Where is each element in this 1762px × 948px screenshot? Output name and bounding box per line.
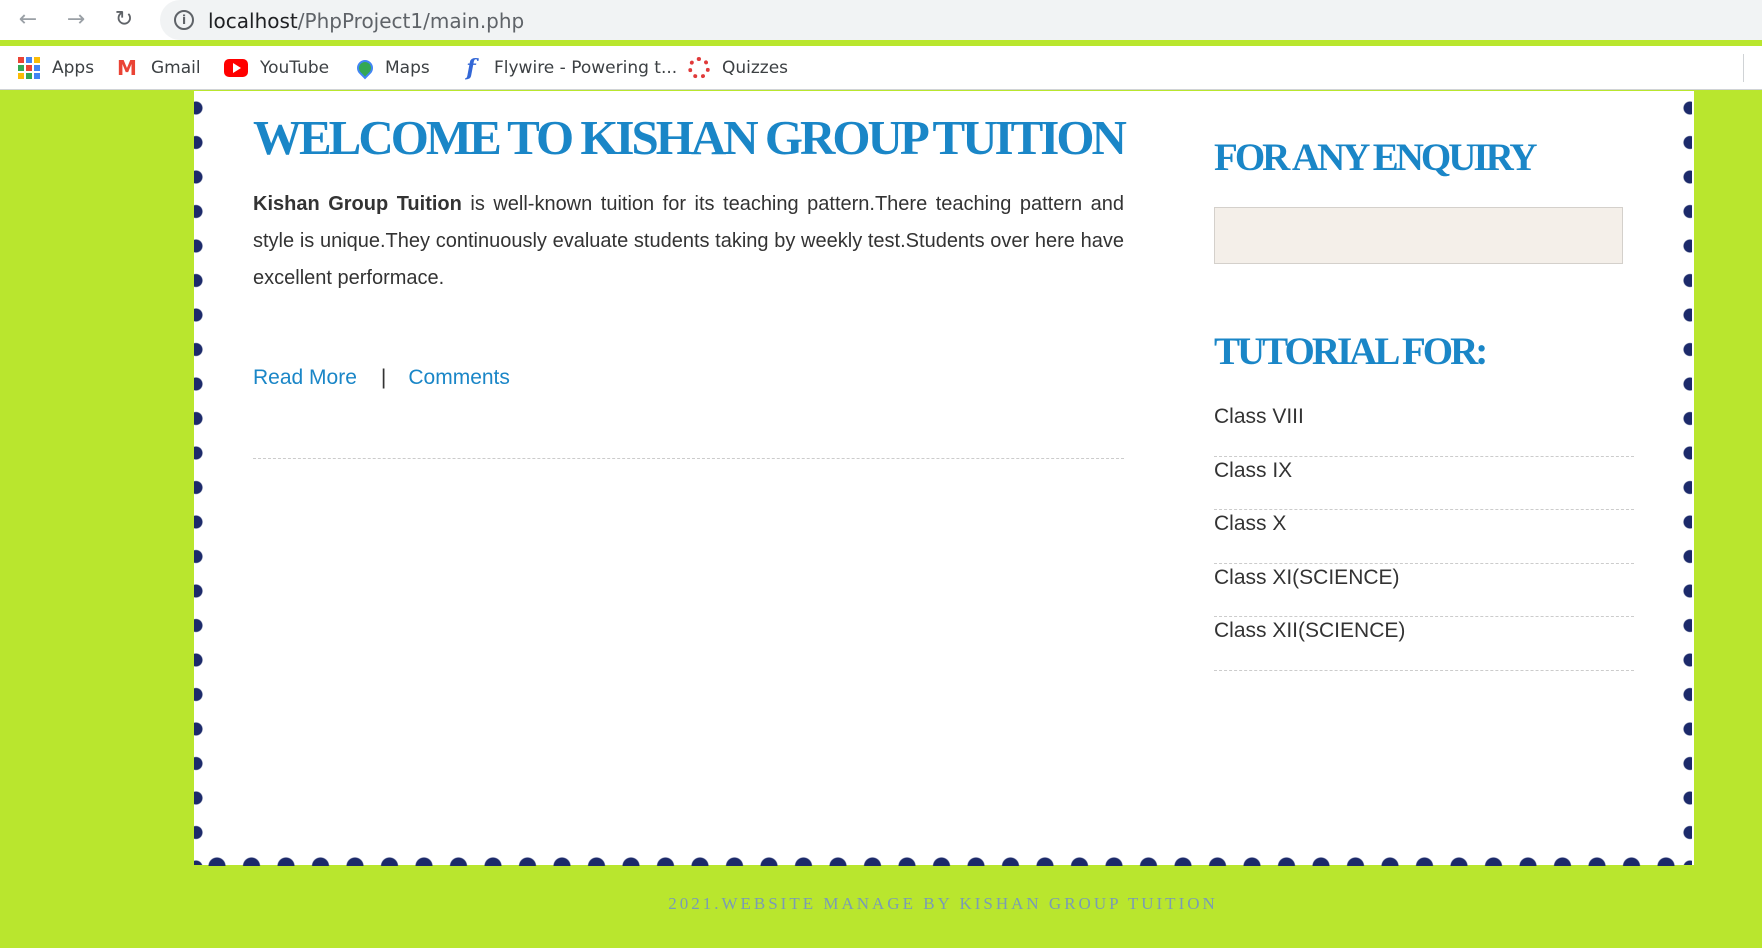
- link-separator: |: [380, 366, 387, 389]
- forward-arrow-icon[interactable]: →: [62, 6, 90, 34]
- tutorial-class-list: Class VIII Class IX Class X Class XI(SCI…: [1214, 403, 1634, 671]
- url-path: /PhpProject1/main.php: [297, 9, 525, 33]
- intro-bold-name: Kishan Group Tuition: [253, 193, 462, 215]
- bookmark-gmail[interactable]: M Gmail: [117, 56, 201, 80]
- read-more-link[interactable]: Read More: [253, 366, 357, 389]
- dotted-border-right: [1680, 91, 1692, 865]
- dotted-border-bottom: [200, 854, 1680, 866]
- flywire-icon: f: [466, 55, 476, 81]
- youtube-icon: [224, 59, 248, 77]
- apps-grid-icon: [18, 57, 40, 79]
- bookmark-label: Apps: [52, 58, 95, 78]
- bookmark-youtube[interactable]: YouTube: [224, 56, 329, 80]
- dotted-border-left: [194, 91, 206, 865]
- url-host: localhost: [208, 9, 298, 33]
- page-background: WELCOME TO KISHAN GROUP TUITION Kishan G…: [0, 91, 1762, 948]
- site-info-icon[interactable]: i: [174, 10, 194, 30]
- comments-link[interactable]: Comments: [408, 366, 510, 389]
- bookmark-label: Gmail: [151, 58, 201, 78]
- bookmark-label: Flywire - Powering t...: [494, 58, 678, 78]
- bookmark-label: Quizzes: [722, 58, 789, 78]
- url-text[interactable]: localhost/PhpProject1/main.php: [208, 9, 524, 33]
- bookmark-label: Maps: [385, 58, 430, 78]
- footer-text: 2021.WEBSITE MANAGE BY KISHAN GROUP TUIT…: [668, 894, 1218, 913]
- bookmarks-divider: [1743, 54, 1744, 82]
- bookmark-label: YouTube: [260, 58, 330, 78]
- reload-icon[interactable]: ↻: [110, 6, 138, 34]
- bookmark-maps[interactable]: Maps: [353, 56, 430, 80]
- tutorial-title: TUTORIAL FOR:: [1214, 330, 1488, 373]
- quizzes-icon: [688, 57, 710, 79]
- welcome-title: WELCOME TO KISHAN GROUP TUITION: [253, 110, 1127, 165]
- bookmark-apps[interactable]: Apps: [18, 56, 94, 80]
- back-arrow-icon[interactable]: ←: [14, 6, 42, 34]
- class-list-item[interactable]: Class VIII: [1214, 403, 1634, 457]
- class-list-item[interactable]: Class X: [1214, 510, 1634, 564]
- class-list-item[interactable]: Class XI(SCIENCE): [1214, 564, 1634, 617]
- post-links: Read More | Comments: [253, 366, 510, 390]
- maps-icon: [353, 56, 377, 80]
- bookmark-quizzes[interactable]: Quizzes: [688, 56, 788, 80]
- post-divider: [253, 458, 1124, 459]
- intro-paragraph: Kishan Group Tuition is well-known tuiti…: [253, 186, 1124, 297]
- enquiry-input[interactable]: [1214, 207, 1623, 264]
- class-list-item[interactable]: Class XII(SCIENCE): [1214, 617, 1634, 671]
- browser-toolbar: ← → ↻ i localhost/PhpProject1/main.php: [0, 0, 1762, 40]
- bookmark-flywire[interactable]: f Flywire - Powering t...: [460, 56, 677, 80]
- enquiry-title: FOR ANY ENQUIRY: [1214, 136, 1538, 179]
- address-bar[interactable]: i localhost/PhpProject1/main.php: [160, 0, 1762, 40]
- gmail-icon: M: [117, 56, 137, 80]
- class-list-item[interactable]: Class IX: [1214, 457, 1634, 510]
- bookmarks-bar: Apps M Gmail YouTube Maps f Flywire - Po…: [0, 46, 1762, 90]
